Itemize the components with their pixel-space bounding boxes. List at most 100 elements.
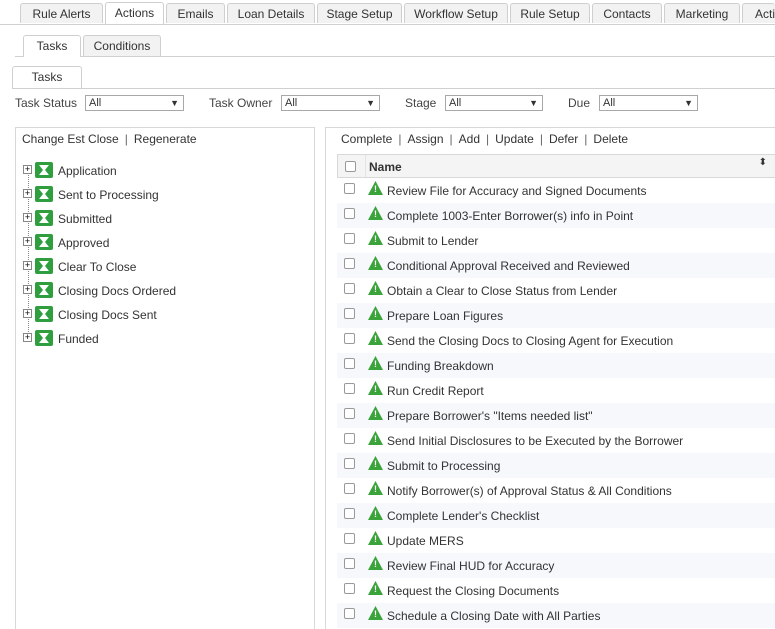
row-checkbox[interactable] <box>344 483 355 494</box>
task-name[interactable]: Complete 1003-Enter Borrower(s) info in … <box>387 209 633 223</box>
tab-tasks[interactable]: Tasks <box>23 35 81 57</box>
tab-conditions[interactable]: Conditions <box>83 35 161 56</box>
tab-workflow-setup[interactable]: Workflow Setup <box>404 3 508 23</box>
task-name[interactable]: Run Credit Report <box>387 384 484 398</box>
task-name[interactable]: Complete Lender's Checklist <box>387 509 539 523</box>
table-row[interactable]: Send Initial Disclosures to be Executed … <box>337 428 775 453</box>
task-name[interactable]: Obtain a Clear to Close Status from Lend… <box>387 284 617 298</box>
expand-icon[interactable]: + <box>23 165 32 174</box>
name-column-header[interactable]: Name <box>369 160 402 174</box>
table-row[interactable]: Prepare Borrower's "Items needed list" <box>337 403 775 428</box>
table-row[interactable]: Schedule a Closing Date with All Parties <box>337 603 775 628</box>
assign-button[interactable]: Assign <box>407 132 443 146</box>
row-checkbox[interactable] <box>344 458 355 469</box>
tree-node-sent-to-processing[interactable]: + Sent to Processing <box>23 186 293 206</box>
complete-button[interactable]: Complete <box>341 132 392 146</box>
tab-loan-details[interactable]: Loan Details <box>227 3 315 23</box>
row-checkbox[interactable] <box>344 183 355 194</box>
row-checkbox[interactable] <box>344 233 355 244</box>
table-row[interactable]: Submit to Processing <box>337 453 775 478</box>
row-checkbox[interactable] <box>344 208 355 219</box>
row-checkbox[interactable] <box>344 533 355 544</box>
table-row[interactable]: Funding Breakdown <box>337 353 775 378</box>
expand-icon[interactable]: + <box>23 237 32 246</box>
table-row[interactable]: Update MERS <box>337 528 775 553</box>
tree-node-funded[interactable]: + Funded <box>23 330 293 350</box>
table-row[interactable]: Complete Lender's Checklist <box>337 503 775 528</box>
defer-button[interactable]: Defer <box>549 132 578 146</box>
task-name[interactable]: Funding Breakdown <box>387 359 494 373</box>
task-name[interactable]: Update MERS <box>387 534 464 548</box>
row-checkbox[interactable] <box>344 558 355 569</box>
task-name[interactable]: Schedule a Closing Date with All Parties <box>387 609 600 623</box>
tab-actions[interactable]: Actions <box>105 2 164 24</box>
table-row[interactable]: Review Final HUD for Accuracy <box>337 553 775 578</box>
table-row[interactable]: Submit to Lender <box>337 228 775 253</box>
tree-node-approved[interactable]: + Approved <box>23 234 293 254</box>
row-checkbox[interactable] <box>344 358 355 369</box>
table-row[interactable]: Conditional Approval Received and Review… <box>337 253 775 278</box>
regenerate-link[interactable]: Regenerate <box>134 132 197 146</box>
row-checkbox[interactable] <box>344 608 355 619</box>
row-checkbox[interactable] <box>344 408 355 419</box>
tree-node-label[interactable]: Closing Docs Sent <box>58 308 157 322</box>
tree-node-label[interactable]: Clear To Close <box>58 260 136 274</box>
tab-emails[interactable]: Emails <box>166 3 225 23</box>
task-owner-select[interactable]: All ▼ <box>281 95 380 111</box>
table-row[interactable]: Request the Closing Documents <box>337 578 775 603</box>
row-checkbox[interactable] <box>344 308 355 319</box>
task-name[interactable]: Prepare Loan Figures <box>387 309 503 323</box>
tree-node-label[interactable]: Sent to Processing <box>58 188 159 202</box>
table-row[interactable]: Prepare Loan Figures <box>337 303 775 328</box>
add-button[interactable]: Add <box>459 132 480 146</box>
row-checkbox[interactable] <box>344 283 355 294</box>
task-status-select[interactable]: All ▼ <box>85 95 184 111</box>
row-checkbox[interactable] <box>344 333 355 344</box>
tab-activity[interactable]: Acti <box>742 3 775 23</box>
tab-rule-setup[interactable]: Rule Setup <box>510 3 590 23</box>
tree-node-application[interactable]: + Application <box>23 162 293 182</box>
expand-icon[interactable]: + <box>23 189 32 198</box>
update-button[interactable]: Update <box>495 132 534 146</box>
tree-node-label[interactable]: Approved <box>58 236 109 250</box>
table-row[interactable]: Review File for Accuracy and Signed Docu… <box>337 178 775 203</box>
delete-button[interactable]: Delete <box>593 132 628 146</box>
row-checkbox[interactable] <box>344 383 355 394</box>
due-select[interactable]: All ▼ <box>599 95 698 111</box>
task-name[interactable]: Send the Closing Docs to Closing Agent f… <box>387 334 673 348</box>
tree-node-label[interactable]: Funded <box>58 332 99 346</box>
expand-icon[interactable]: + <box>23 309 32 318</box>
expand-icon[interactable]: + <box>23 213 32 222</box>
tab-stage-setup[interactable]: Stage Setup <box>317 3 402 23</box>
row-checkbox[interactable] <box>344 508 355 519</box>
row-checkbox[interactable] <box>344 258 355 269</box>
inner-tab-tasks[interactable]: Tasks <box>12 66 82 88</box>
table-row[interactable]: Run Credit Report <box>337 378 775 403</box>
tree-node-clear-to-close[interactable]: + Clear To Close <box>23 258 293 278</box>
expand-icon[interactable]: + <box>23 285 32 294</box>
row-checkbox[interactable] <box>344 583 355 594</box>
tab-marketing[interactable]: Marketing <box>664 3 740 23</box>
tree-node-submitted[interactable]: + Submitted <box>23 210 293 230</box>
tree-node-closing-docs-ordered[interactable]: + Closing Docs Ordered <box>23 282 293 302</box>
tree-node-label[interactable]: Closing Docs Ordered <box>58 284 176 298</box>
tab-rule-alerts[interactable]: Rule Alerts <box>20 3 103 23</box>
tree-node-label[interactable]: Submitted <box>58 212 112 226</box>
task-name[interactable]: Submit to Processing <box>387 459 500 473</box>
stage-select[interactable]: All ▼ <box>445 95 543 111</box>
task-name[interactable]: Send Initial Disclosures to be Executed … <box>387 434 683 448</box>
select-all-checkbox[interactable] <box>345 161 356 172</box>
sort-icon[interactable]: ⬍ <box>759 158 767 168</box>
task-name[interactable]: Review Final HUD for Accuracy <box>387 559 554 573</box>
task-name[interactable]: Review File for Accuracy and Signed Docu… <box>387 184 646 198</box>
task-name[interactable]: Notify Borrower(s) of Approval Status & … <box>387 484 672 498</box>
task-name[interactable]: Submit to Lender <box>387 234 478 248</box>
tab-contacts[interactable]: Contacts <box>592 3 662 23</box>
tree-node-closing-docs-sent[interactable]: + Closing Docs Sent <box>23 306 293 326</box>
task-name[interactable]: Conditional Approval Received and Review… <box>387 259 630 273</box>
tree-node-label[interactable]: Application <box>58 164 117 178</box>
expand-icon[interactable]: + <box>23 261 32 270</box>
change-est-close-link[interactable]: Change Est Close <box>22 132 119 146</box>
table-row[interactable]: Notify Borrower(s) of Approval Status & … <box>337 478 775 503</box>
task-name[interactable]: Prepare Borrower's "Items needed list" <box>387 409 593 423</box>
